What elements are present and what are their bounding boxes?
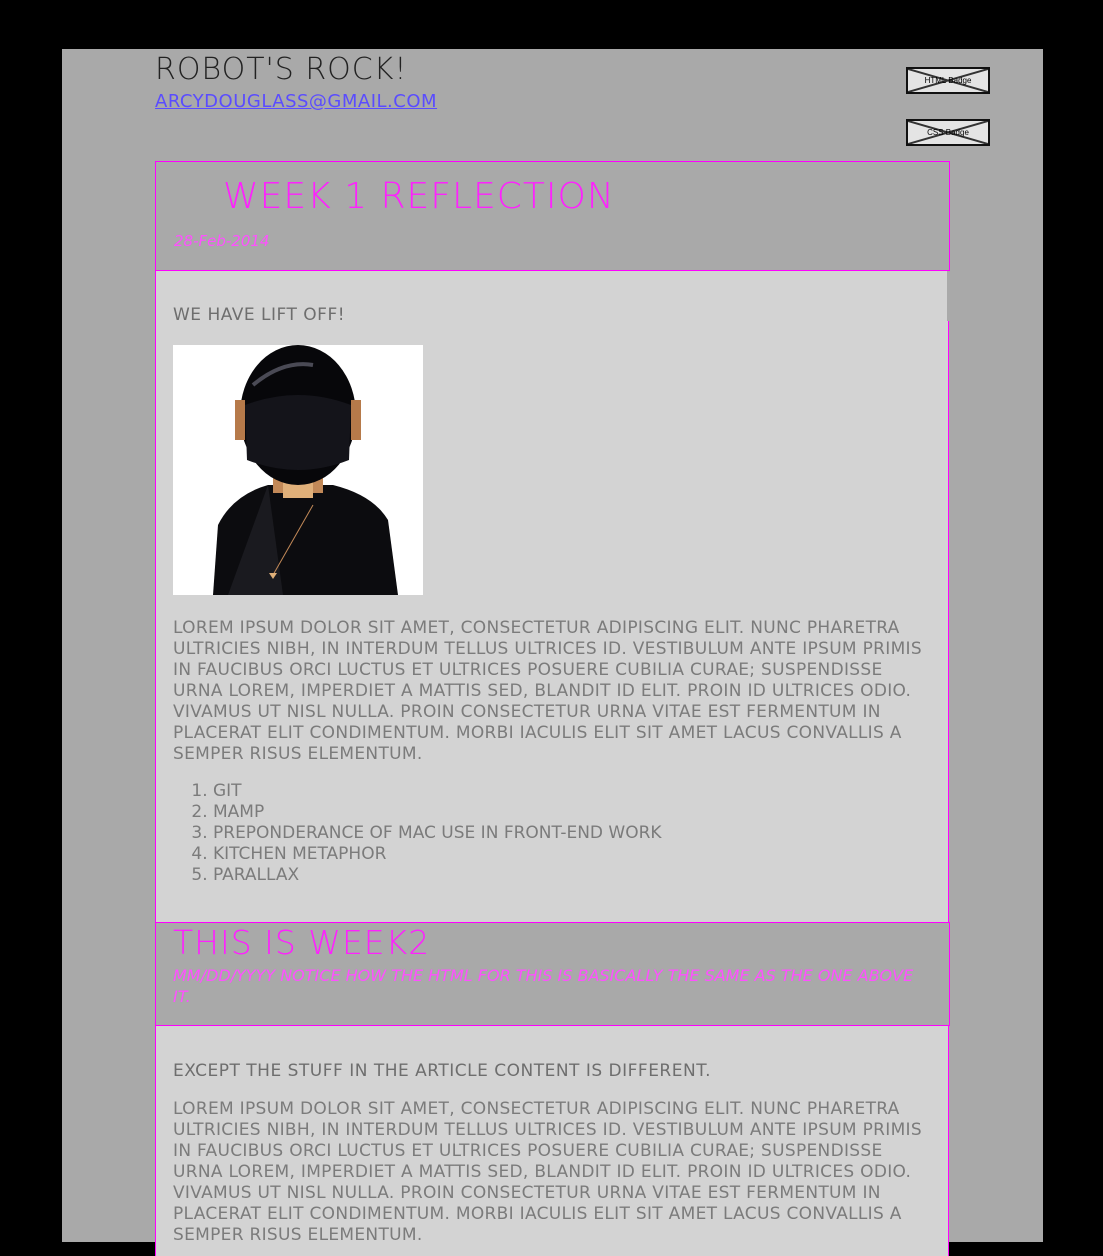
list-item: MAMP [213, 802, 662, 823]
html-badge[interactable]: HTML Badge [906, 67, 990, 94]
week1-list: git MAMP preponderance of Mac use in fro… [173, 781, 662, 886]
week2-article-content: Except the stuff in the article content … [155, 1026, 949, 1256]
list-item: preponderance of Mac use in front-end wo… [213, 823, 662, 844]
email-link[interactable]: arcydouglass@gmail.com [155, 91, 437, 112]
week1-paragraph: Lorem ipsum dolor sit amet, consectetur … [173, 618, 922, 764]
week1-intro: We have lift off! [173, 305, 346, 325]
html-badge-label: HTML Badge [924, 76, 972, 85]
page-container: Robot's Rock! arcydouglass@gmail.com HTM… [62, 49, 1043, 1256]
week2-title: This is week2 [173, 923, 431, 962]
helmeted-robot-photo [173, 345, 423, 595]
week1-date: 28-Feb-2014 [174, 232, 270, 250]
week2-subtitle: mm/dd/yyyy Notice how the html for this … [173, 966, 914, 1006]
week2-article-header: This is week2 mm/dd/yyyy Notice how the … [155, 922, 950, 1026]
week1-article-content: We have lift off! L [155, 271, 949, 922]
css-badge-label: CSS Badge [927, 128, 969, 137]
list-item: kitchen metaphor [213, 844, 662, 865]
css-badge[interactable]: CSS Badge [906, 119, 990, 146]
site-title: Robot's Rock! [155, 52, 408, 87]
week1-article-header: Week 1 Reflection 28-Feb-2014 [155, 161, 950, 271]
week2-intro: Except the stuff in the article content … [173, 1061, 711, 1081]
list-item: parallax [213, 865, 662, 886]
week2-paragraph: Lorem ipsum dolor sit amet, consectetur … [173, 1099, 922, 1245]
list-item: git [213, 781, 662, 802]
week1-title: Week 1 Reflection [223, 176, 615, 217]
